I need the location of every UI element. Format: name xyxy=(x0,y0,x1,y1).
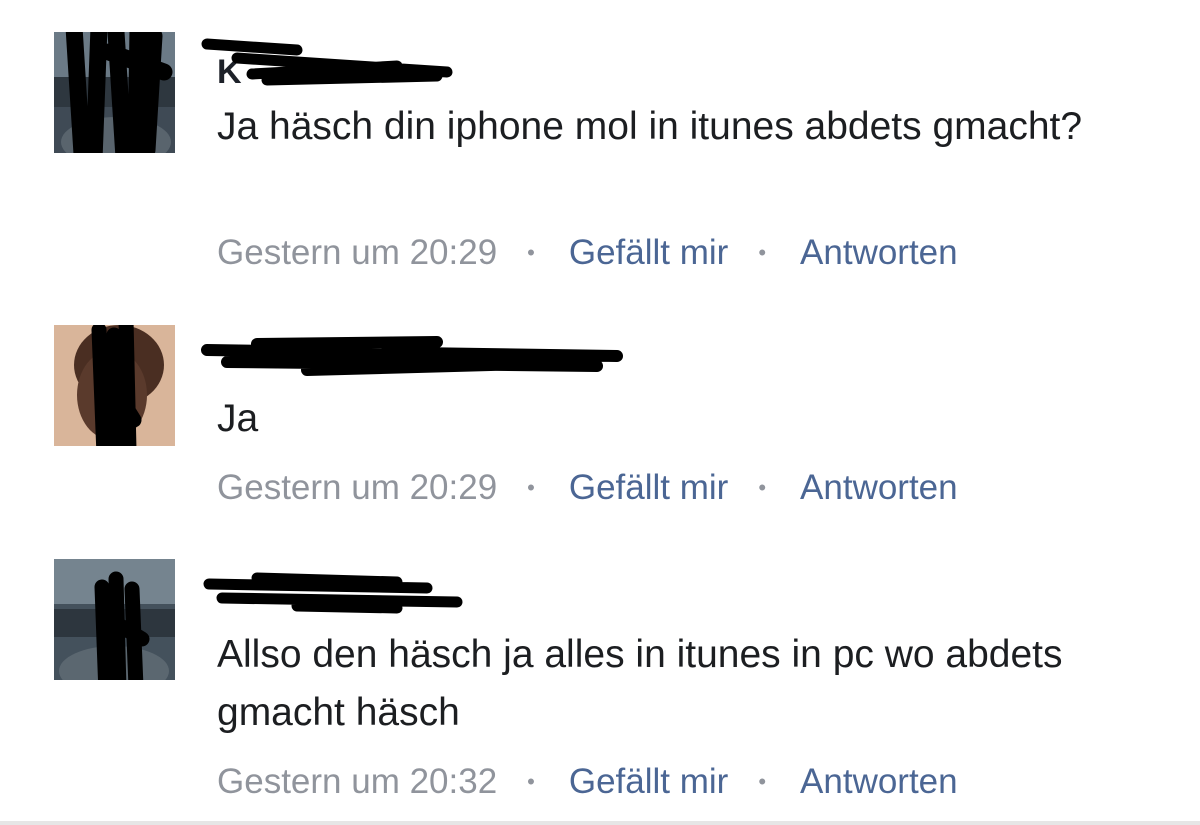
like-link[interactable]: Gefällt mir xyxy=(569,466,728,510)
author-name[interactable] xyxy=(201,336,637,394)
like-link[interactable]: Gefällt mir xyxy=(569,231,728,275)
avatar[interactable] xyxy=(54,325,175,446)
timestamp: Gestern um 20:29 xyxy=(217,468,498,507)
avatar-photo xyxy=(54,559,175,680)
avatar[interactable] xyxy=(54,559,175,680)
separator-dot: • xyxy=(527,475,535,500)
separator-dot: • xyxy=(527,240,535,265)
bottom-divider xyxy=(0,821,1200,825)
timestamp: Gestern um 20:32 xyxy=(217,762,498,801)
author-name[interactable] xyxy=(203,572,477,630)
comment-text: Ja xyxy=(217,397,259,440)
reply-link[interactable]: Antworten xyxy=(800,231,958,275)
separator-dot: • xyxy=(758,240,767,265)
reply-link[interactable]: Antworten xyxy=(800,760,958,804)
separator-dot: • xyxy=(527,769,535,794)
avatar[interactable] xyxy=(54,32,175,153)
comment-meta: Gestern um 20:29 • Gefällt mir • Antwort… xyxy=(217,466,958,510)
name-redaction xyxy=(203,572,463,614)
name-redaction xyxy=(201,38,453,86)
separator-dot: • xyxy=(758,475,767,500)
comment-meta: Gestern um 20:32 • Gefällt mir • Antwort… xyxy=(217,760,958,804)
author-name[interactable]: K xyxy=(201,38,477,100)
name-redaction xyxy=(201,336,623,376)
timestamp: Gestern um 20:29 xyxy=(217,233,498,272)
comment-meta: Gestern um 20:29 • Gefällt mir • Antwort… xyxy=(217,231,958,275)
comment-text: Ja häsch din iphone mol in itunes abdets… xyxy=(217,105,1083,148)
comment-text: Allso den häsch ja alles in itunes in pc… xyxy=(217,633,1063,734)
like-link[interactable]: Gefällt mir xyxy=(569,760,728,804)
avatar-photo xyxy=(54,325,175,446)
avatar-photo xyxy=(54,32,175,153)
separator-dot: • xyxy=(758,769,767,794)
reply-link[interactable]: Antworten xyxy=(800,466,958,510)
